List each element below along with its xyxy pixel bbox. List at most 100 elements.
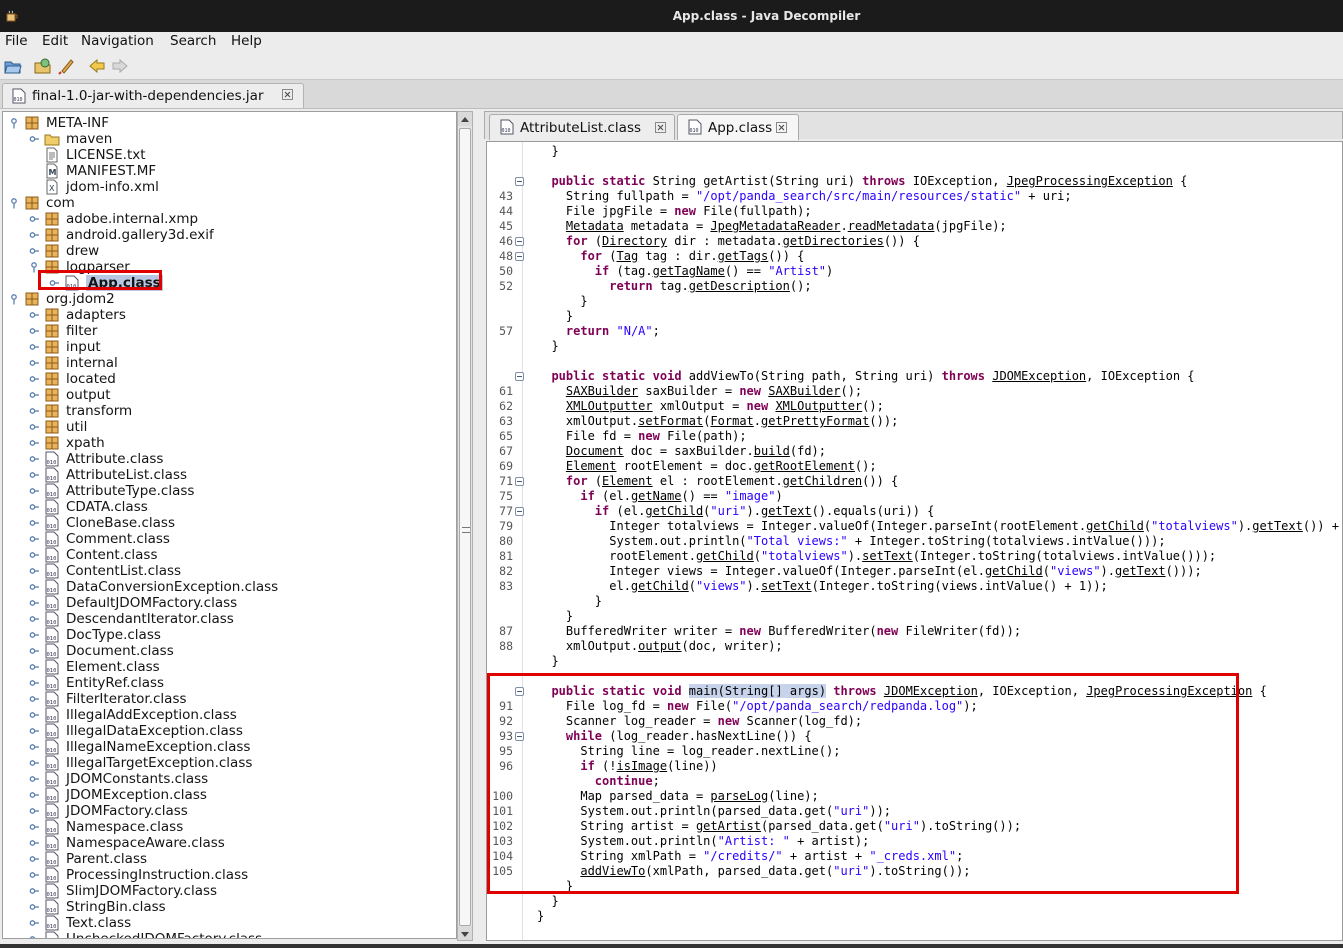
collapsed-node-icon[interactable] [29,677,39,689]
menu-navigation[interactable]: Navigation [81,33,154,49]
tree-item[interactable]: 010 Parent.class [3,851,456,867]
tab-attributelist-class[interactable]: 010 AttributeList.class [489,114,675,140]
tree-item[interactable]: input [3,339,456,355]
collapsed-node-icon[interactable] [29,805,39,817]
tree-item[interactable]: 010 CloneBase.class [3,515,456,531]
split-pane-divider[interactable] [475,109,483,945]
menu-search[interactable]: Search [170,33,216,49]
collapsed-node-icon[interactable] [29,789,39,801]
tree-item[interactable]: located [3,371,456,387]
close-icon[interactable] [776,122,787,133]
collapsed-node-icon[interactable] [29,245,39,257]
tree-item[interactable]: transform [3,403,456,419]
expanded-node-icon[interactable] [29,261,39,273]
back-arrow-icon[interactable] [88,57,106,75]
tree-item[interactable]: logparser [3,259,456,275]
collapsed-node-icon[interactable] [29,917,39,929]
forward-arrow-icon[interactable] [111,57,129,75]
collapsed-node-icon[interactable] [29,837,39,849]
collapsed-node-icon[interactable] [29,421,39,433]
tree-item[interactable]: 010 DataConversionException.class [3,579,456,595]
collapsed-node-icon[interactable] [29,549,39,561]
tree-item[interactable]: maven [3,131,456,147]
fold-toggle-icon[interactable] [515,177,524,186]
code-view[interactable]: 43 44 45 46 48 50 52 57 61 62 63 65 67 69 71 75 77 79 80 81… [486,141,1343,941]
collapsed-node-icon[interactable] [29,469,39,481]
collapsed-node-icon[interactable] [29,901,39,913]
tree-item[interactable]: 010 DescendantIterator.class [3,611,456,627]
tree-item[interactable]: 010 Attribute.class [3,451,456,467]
tree-item[interactable]: 010 StringBin.class [3,899,456,915]
tree-item[interactable]: 010 DocType.class [3,627,456,643]
collapsed-node-icon[interactable] [29,437,39,449]
collapsed-node-icon[interactable] [29,373,39,385]
scroll-up-arrow-icon[interactable] [458,112,472,126]
collapsed-node-icon[interactable] [29,725,39,737]
tree-item[interactable]: M MANIFEST.MF [3,163,456,179]
search-rocket-icon[interactable] [58,57,76,75]
fold-toggle-icon[interactable] [515,372,524,381]
fold-toggle-icon[interactable] [515,687,524,696]
collapsed-node-icon[interactable] [29,693,39,705]
tree-item[interactable]: adapters [3,307,456,323]
collapsed-node-icon[interactable] [29,597,39,609]
fold-toggle-icon[interactable] [515,252,524,261]
collapsed-node-icon[interactable] [29,565,39,577]
collapsed-node-icon[interactable] [29,341,39,353]
tree-item[interactable]: 010 IllegalTargetException.class [3,755,456,771]
collapsed-node-icon[interactable] [29,485,39,497]
tree-item[interactable]: 010 ContentList.class [3,563,456,579]
collapsed-node-icon[interactable] [29,757,39,769]
tree-item[interactable]: 010 AttributeList.class [3,467,456,483]
expanded-node-icon[interactable] [9,197,19,209]
tree-item[interactable]: 010 ProcessingInstruction.class [3,867,456,883]
scroll-down-arrow-icon[interactable] [458,926,472,940]
tree-item[interactable]: 010 IllegalDataException.class [3,723,456,739]
collapsed-node-icon[interactable] [29,613,39,625]
tree-item[interactable]: 010 Namespace.class [3,819,456,835]
fold-toggle-icon[interactable] [515,237,524,246]
collapsed-node-icon[interactable] [29,885,39,897]
collapsed-node-icon[interactable] [29,229,39,241]
tree-item[interactable]: 010 UncheckedJDOMFactory.class [3,931,456,938]
collapsed-node-icon[interactable] [49,277,59,289]
tree-item[interactable]: 010 JDOMConstants.class [3,771,456,787]
tree-scrollbar[interactable] [457,111,473,941]
expanded-node-icon[interactable] [9,293,19,305]
tree-item[interactable]: 010 AttributeType.class [3,483,456,499]
open-type-icon[interactable] [34,57,52,75]
close-icon[interactable] [282,89,293,100]
collapsed-node-icon[interactable] [29,661,39,673]
fold-toggle-icon[interactable] [515,507,524,516]
file-tab-jar[interactable]: 010 final-1.0-jar-with-dependencies.jar [2,83,304,108]
collapsed-node-icon[interactable] [29,133,39,145]
tree-item[interactable]: 010 EntityRef.class [3,675,456,691]
collapsed-node-icon[interactable] [29,629,39,641]
tree-item[interactable]: 010 JDOMException.class [3,787,456,803]
menu-file[interactable]: File [5,33,28,49]
tree-item[interactable]: 010 Text.class [3,915,456,931]
tree-item[interactable]: LICENSE.txt [3,147,456,163]
tree-item[interactable]: 010 Comment.class [3,531,456,547]
close-icon[interactable] [655,122,666,133]
tree-item[interactable]: 010 App.class [3,275,456,291]
collapsed-node-icon[interactable] [29,405,39,417]
tree-item[interactable]: 010 DefaultJDOMFactory.class [3,595,456,611]
collapsed-node-icon[interactable] [29,389,39,401]
collapsed-node-icon[interactable] [29,213,39,225]
tree-item[interactable]: META-INF [3,115,456,131]
collapsed-node-icon[interactable] [29,933,39,938]
tree-item[interactable]: filter [3,323,456,339]
collapsed-node-icon[interactable] [29,709,39,721]
tree-item[interactable]: 010 NamespaceAware.class [3,835,456,851]
collapsed-node-icon[interactable] [29,357,39,369]
collapsed-node-icon[interactable] [29,645,39,657]
collapsed-node-icon[interactable] [29,309,39,321]
collapsed-node-icon[interactable] [29,821,39,833]
collapsed-node-icon[interactable] [29,533,39,545]
tree-item[interactable]: android.gallery3d.exif [3,227,456,243]
tree-item[interactable]: 010 JDOMFactory.class [3,803,456,819]
collapsed-node-icon[interactable] [29,773,39,785]
tree-item[interactable]: 010 Document.class [3,643,456,659]
collapsed-node-icon[interactable] [29,741,39,753]
